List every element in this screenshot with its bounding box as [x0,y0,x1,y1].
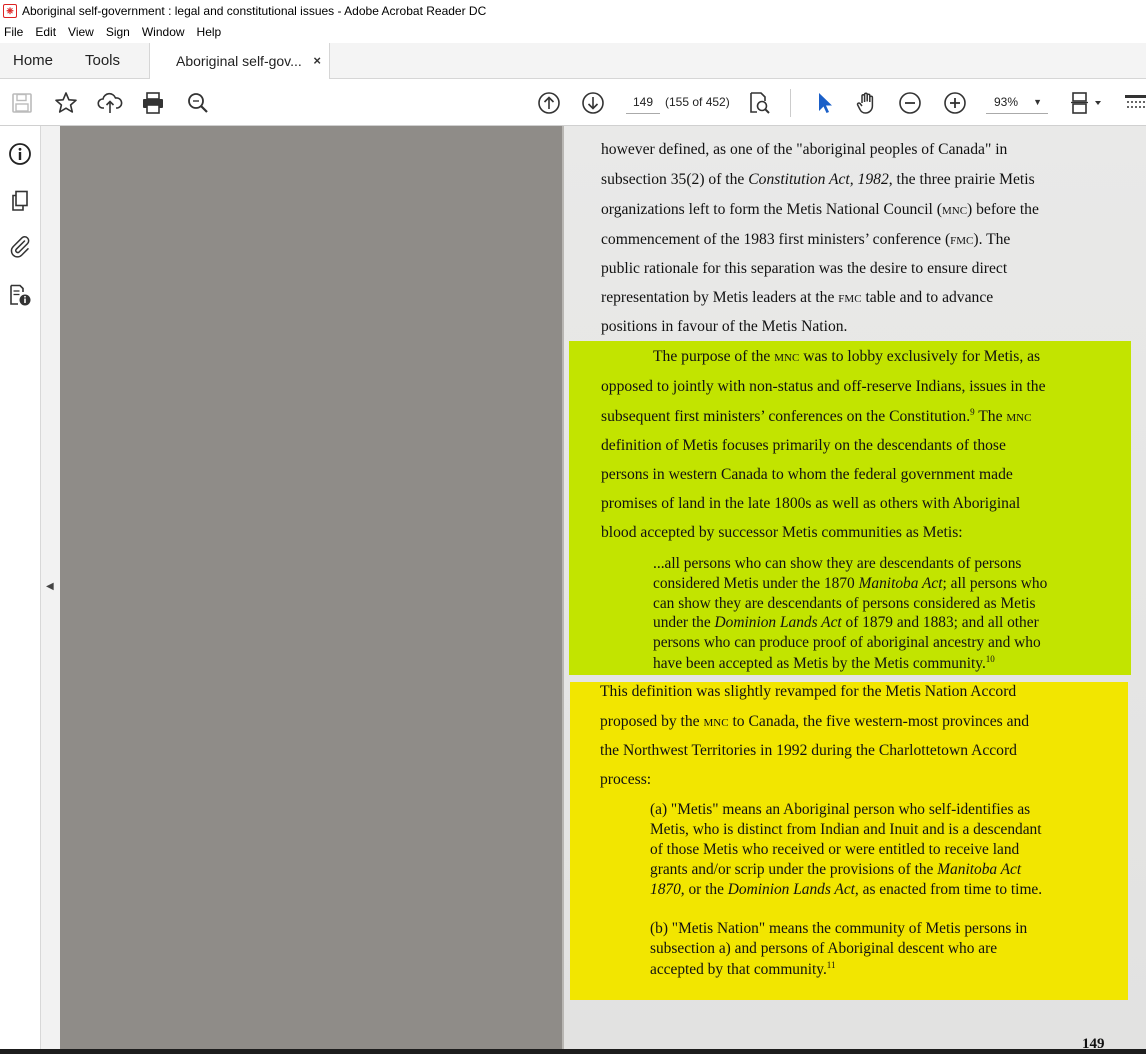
quote-line: grants and/or scrip under the provisions… [650,861,1022,878]
find-page-icon[interactable] [745,89,773,117]
panel-toggle-strip[interactable]: ◀ [41,126,60,1054]
text-line: organizations left to form the Metis Nat… [601,201,1039,218]
menu-file[interactable]: File [4,25,23,39]
text-line: definition of Metis focuses primarily on… [601,437,1006,454]
save-icon[interactable] [8,89,36,117]
page-number-input[interactable]: 149 [626,90,660,114]
attachment-icon[interactable] [6,232,34,260]
more-tools-icon[interactable] [1122,89,1146,117]
text-line: subsection 35(2) of the Constitution Act… [601,171,1035,188]
quote-line: have been accepted as Metis by the Metis… [653,654,995,673]
chevron-down-icon: ▼ [1033,97,1042,107]
page-layout-icon[interactable] [1066,89,1106,117]
upload-icon[interactable] [96,89,124,117]
quote-line: Metis, who is distinct from Indian and I… [650,821,1042,838]
text-line: however defined, as one of the "aborigin… [601,141,1008,158]
tab-document[interactable]: Aboriginal self-gov... × [149,43,330,79]
acrobat-logo-icon: ❈ [3,4,17,18]
text-line: representation by Metis leaders at the f… [601,289,994,306]
quote-line: accepted by that community.11 [650,960,836,979]
pdf-page: however defined, as one of the "aborigin… [564,126,1146,1054]
page-down-icon[interactable] [579,89,607,117]
quote-line: persons who can produce proof of aborigi… [653,634,1041,651]
page-up-icon[interactable] [535,89,563,117]
text-line: subsequent first ministers’ conferences … [601,407,1032,426]
toolbar-separator [790,89,791,117]
quote-line: subsection a) and persons of Aboriginal … [650,940,998,957]
collapse-left-icon[interactable]: ◀ [46,581,54,592]
info-icon[interactable] [6,140,34,168]
text-line: blood accepted by successor Metis commun… [601,524,963,541]
quote-line: (b) "Metis Nation" means the community o… [650,920,1028,937]
text-line: public rationale for this separation was… [601,260,1008,277]
text-line: opposed to jointly with non-status and o… [601,378,1046,395]
text-line: positions in favour of the Metis Nation. [601,318,848,335]
tab-bar: Home Tools Aboriginal self-gov... × [0,43,1146,79]
search-zoom-icon[interactable] [184,89,212,117]
text-line: proposed by the mnc to Canada, the five … [600,713,1030,730]
quote-line: (a) "Metis" means an Aboriginal person w… [650,801,1031,818]
toolbar [0,80,1146,126]
zoom-in-icon[interactable] [941,89,969,117]
quote-line: ...all persons who can show they are des… [653,555,1022,572]
text-line: persons in western Canada to whom the fe… [601,466,1013,483]
hand-icon[interactable] [853,89,881,117]
page-count-label: (155 of 452) [665,95,730,109]
text-line: promises of land in the late 1800s as we… [601,495,1021,512]
title-bar: ❈ Aboriginal self-government : legal and… [0,0,1146,22]
quote-line: 1870, or the Dominion Lands Act, as enac… [650,881,1043,898]
tab-document-label: Aboriginal self-gov... [176,53,302,69]
quote-line: under the Dominion Lands Act of 1879 and… [653,614,1039,631]
print-icon[interactable] [139,89,167,117]
text-line: process: [600,771,652,788]
zoom-level-value: 93% [994,95,1019,109]
select-cursor-icon[interactable] [810,89,838,117]
menu-edit[interactable]: Edit [35,25,56,39]
text-line: commencement of the 1983 first ministers… [601,231,1011,248]
quote-line: considered Metis under the 1870 Manitoba… [653,575,1048,592]
text-line: The purpose of the mnc was to lobby excl… [653,348,1041,365]
menu-view[interactable]: View [68,25,94,39]
document-viewer[interactable]: ◀ however defined, as one of the "aborig… [41,126,1146,1054]
zoom-level-select[interactable]: 93% ▼ [986,90,1048,114]
quote-line: can show they are descendants of persons… [653,595,1036,612]
quote-line: of those Metis who received or were enti… [650,841,1020,858]
zoom-out-icon[interactable] [896,89,924,117]
text-line: the Northwest Territories in 1992 during… [600,742,1017,759]
tab-home[interactable]: Home [13,43,53,79]
menu-help[interactable]: Help [197,25,222,39]
previous-page-area [60,126,562,1054]
window-title: Aboriginal self-government : legal and c… [22,4,487,18]
menu-window[interactable]: Window [142,25,185,39]
pages-icon[interactable] [6,187,34,215]
menu-sign[interactable]: Sign [106,25,130,39]
left-navigation-rail [0,126,41,1054]
menu-bar: File Edit View Sign Window Help [0,22,1146,42]
text-line: This definition was slightly revamped fo… [600,683,1017,700]
bookmark-star-icon[interactable] [52,89,80,117]
document-properties-icon[interactable] [6,281,34,309]
tab-tools[interactable]: Tools [85,43,120,79]
taskbar-edge [0,1049,1146,1054]
close-tab-icon[interactable]: × [313,43,321,79]
